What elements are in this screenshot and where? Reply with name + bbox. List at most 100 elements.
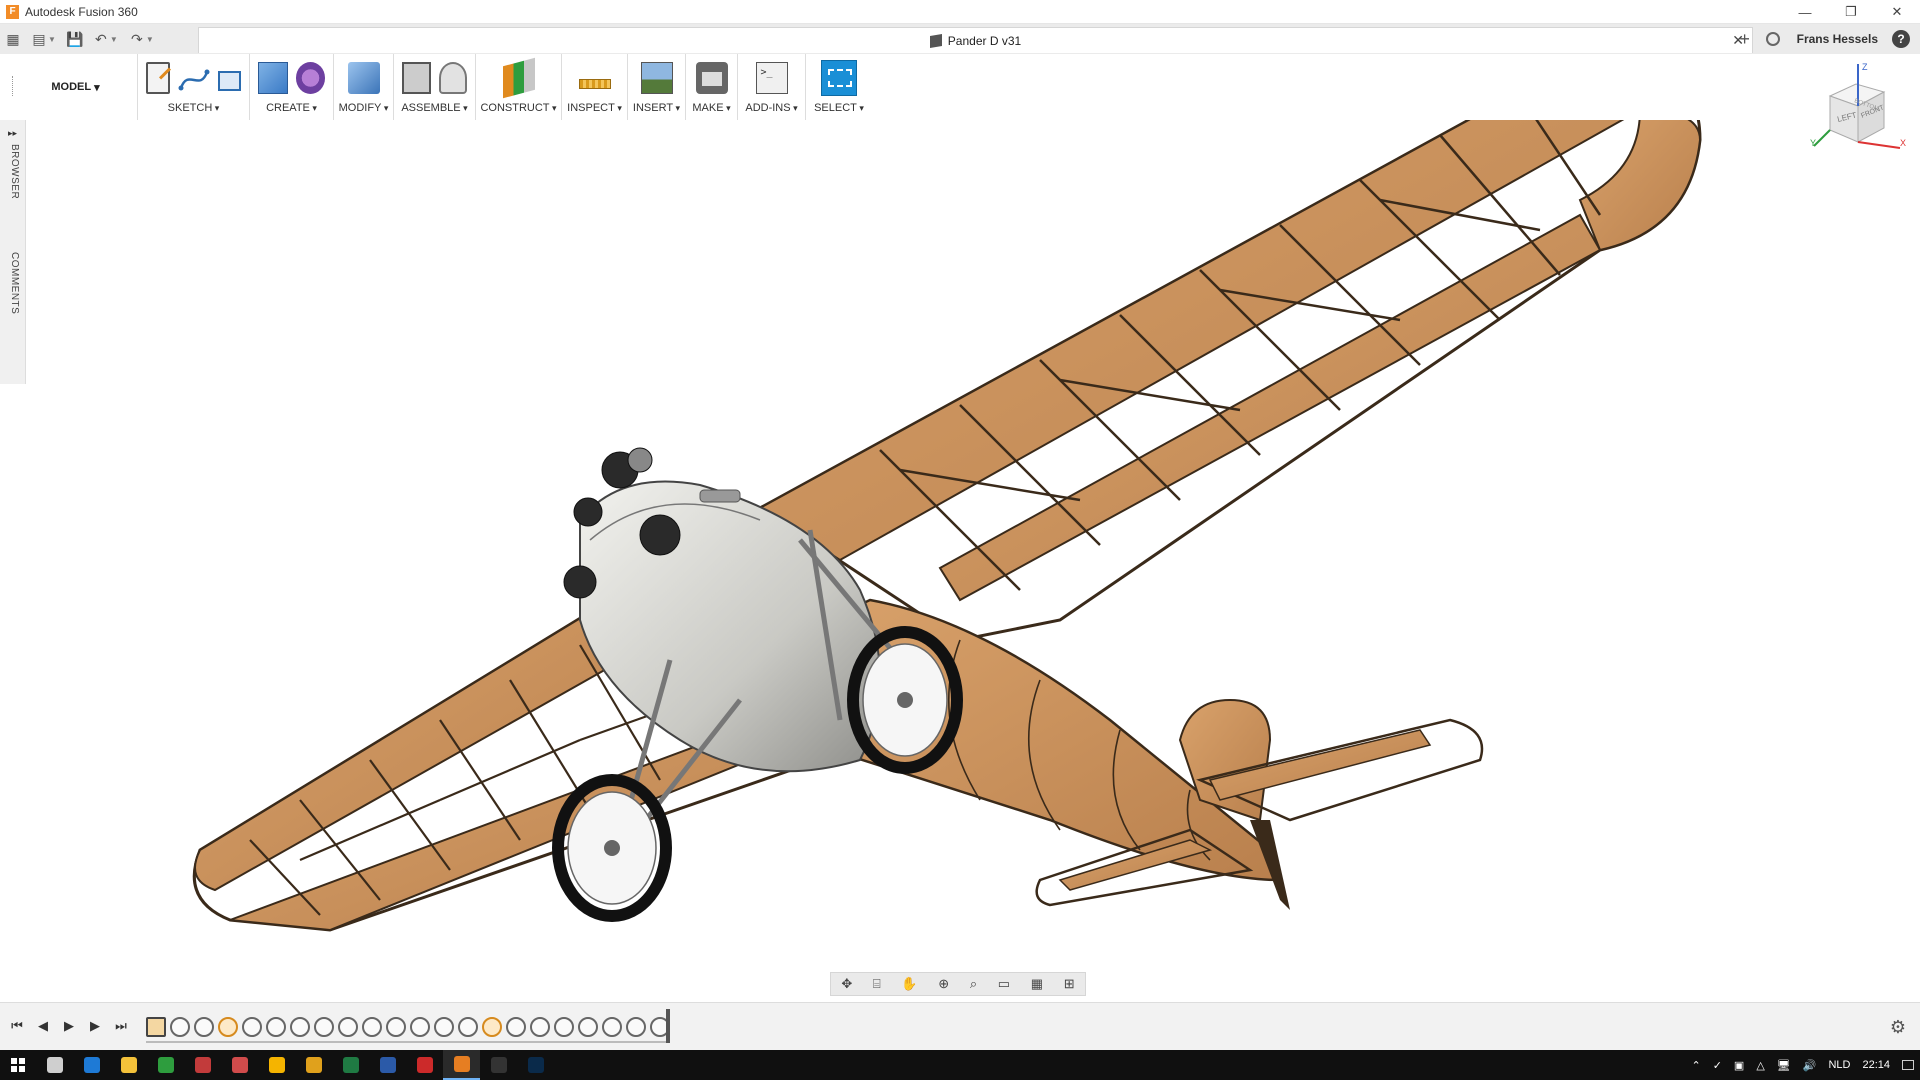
model-viewport[interactable] xyxy=(26,120,1920,982)
timeline-feature[interactable] xyxy=(266,1017,286,1037)
save-icon[interactable]: 💾 xyxy=(62,26,88,52)
tray-app-icon[interactable]: ▣ xyxy=(1734,1059,1744,1072)
taskbar-app-yellow-icon[interactable] xyxy=(258,1050,295,1080)
left-wheel[interactable] xyxy=(552,774,672,922)
user-name[interactable]: Frans Hessels xyxy=(1797,32,1878,46)
press-pull-icon[interactable] xyxy=(347,62,380,94)
volume-icon[interactable]: 🔊 xyxy=(1803,1059,1817,1072)
minimize-button[interactable]: — xyxy=(1782,0,1828,24)
timeline-feature[interactable] xyxy=(170,1017,190,1037)
taskbar-edge-icon[interactable] xyxy=(73,1050,110,1080)
timeline-settings-icon[interactable]: ⚙ xyxy=(1890,1017,1906,1038)
assemble-menu[interactable]: ASSEMBLE xyxy=(394,102,475,118)
right-wheel[interactable] xyxy=(847,626,963,774)
timeline-prev-button[interactable]: ◀ xyxy=(34,1015,52,1037)
timeline-feature[interactable] xyxy=(506,1017,526,1037)
create-form-icon[interactable] xyxy=(295,62,325,94)
3d-print-icon[interactable] xyxy=(695,62,728,94)
look-at-icon[interactable]: ⌸ xyxy=(873,976,881,992)
taskbar-app-red-3-icon[interactable] xyxy=(406,1050,443,1080)
network-icon[interactable]: 🖥 xyxy=(1777,1059,1791,1072)
measure-icon[interactable] xyxy=(578,78,611,89)
timeline-last-button[interactable]: ⏭ xyxy=(112,1015,130,1037)
timeline-feature[interactable] xyxy=(554,1017,574,1037)
inspect-group[interactable]: INSPECT xyxy=(562,54,628,120)
timeline-feature[interactable] xyxy=(626,1017,646,1037)
orbit-icon[interactable]: ✥ xyxy=(841,976,852,992)
timeline-feature[interactable] xyxy=(314,1017,334,1037)
timeline-feature[interactable] xyxy=(482,1017,502,1037)
taskbar-app-green-icon[interactable] xyxy=(147,1050,184,1080)
extrude-icon[interactable] xyxy=(258,62,288,94)
tray-app-icon[interactable]: ✓ xyxy=(1713,1059,1722,1072)
timeline-feature[interactable] xyxy=(458,1017,478,1037)
grid-settings-icon[interactable]: ▦ xyxy=(1031,976,1043,992)
tray-chevron-icon[interactable]: ⌃ xyxy=(1691,1059,1700,1072)
restore-button[interactable]: ❐ xyxy=(1828,0,1874,24)
timeline-feature[interactable] xyxy=(146,1017,166,1037)
create-group[interactable]: CREATE xyxy=(250,54,334,120)
rectangle-icon[interactable] xyxy=(217,71,241,91)
taskbar-chrome-icon[interactable] xyxy=(295,1050,332,1080)
action-center-icon[interactable] xyxy=(1902,1060,1914,1070)
taskbar-app-red-2-icon[interactable] xyxy=(221,1050,258,1080)
expand-panel-icon[interactable]: ▸▸ xyxy=(8,128,17,139)
timeline-feature[interactable] xyxy=(530,1017,550,1037)
taskbar-photoshop-icon[interactable] xyxy=(517,1050,554,1080)
timeline-feature[interactable] xyxy=(242,1017,262,1037)
browser-tab[interactable]: BROWSER xyxy=(9,144,20,199)
scripts-icon[interactable] xyxy=(755,62,788,94)
redo-caret-icon[interactable]: ▼ xyxy=(146,35,154,44)
taskbar-app-red-icon[interactable] xyxy=(184,1050,221,1080)
taskbar-file-explorer-icon[interactable] xyxy=(110,1050,147,1080)
insert-group[interactable]: INSERT xyxy=(628,54,686,120)
timeline-feature[interactable] xyxy=(290,1017,310,1037)
sketch-menu[interactable]: SKETCH xyxy=(138,102,249,118)
fit-icon[interactable]: ⌕ xyxy=(970,976,977,992)
taskbar-app-dark-icon[interactable] xyxy=(480,1050,517,1080)
comments-tab[interactable]: COMMENTS xyxy=(9,252,20,314)
construct-menu[interactable]: CONSTRUCT xyxy=(476,102,561,118)
select-icon[interactable] xyxy=(821,60,857,96)
timeline-feature[interactable] xyxy=(362,1017,382,1037)
zoom-icon[interactable]: ⊕ xyxy=(938,976,949,992)
timeline-first-button[interactable]: ⏮ xyxy=(8,1015,26,1037)
joint-icon[interactable] xyxy=(438,62,467,94)
display-settings-icon[interactable]: ▭ xyxy=(998,976,1010,992)
addins-group[interactable]: ADD-INS xyxy=(738,54,806,120)
modify-menu[interactable]: MODIFY xyxy=(334,102,393,118)
canvas-image-icon[interactable] xyxy=(640,62,673,94)
file-caret-icon[interactable]: ▼ xyxy=(48,35,56,44)
timeline-feature[interactable] xyxy=(578,1017,598,1037)
construct-group[interactable]: CONSTRUCT xyxy=(476,54,562,120)
taskbar-excel-icon[interactable] xyxy=(332,1050,369,1080)
timeline-feature[interactable] xyxy=(194,1017,214,1037)
select-group[interactable]: SELECT xyxy=(806,54,872,120)
close-button[interactable]: ✕ xyxy=(1874,0,1920,24)
spline-icon[interactable] xyxy=(178,62,210,94)
inspect-menu[interactable]: INSPECT xyxy=(562,102,627,118)
data-panel-grid-icon[interactable]: ▦ xyxy=(0,26,26,52)
taskbar-task-view-icon[interactable] xyxy=(36,1050,73,1080)
tray-app-icon[interactable]: △ xyxy=(1756,1059,1764,1072)
create-menu[interactable]: CREATE xyxy=(250,102,333,118)
document-tab[interactable]: Pander D v31 ✕ xyxy=(198,27,1753,53)
new-component-icon[interactable] xyxy=(402,62,431,94)
timeline-feature[interactable] xyxy=(602,1017,622,1037)
select-menu[interactable]: SELECT xyxy=(806,102,872,118)
timeline-feature[interactable] xyxy=(434,1017,454,1037)
toolbar-grip[interactable] xyxy=(12,76,15,96)
language-indicator[interactable]: NLD xyxy=(1828,1059,1850,1071)
assemble-group[interactable]: ASSEMBLE xyxy=(394,54,476,120)
make-menu[interactable]: MAKE xyxy=(686,102,737,118)
timeline-marker[interactable] xyxy=(666,1009,670,1043)
job-status-icon[interactable] xyxy=(1759,25,1787,53)
workspace-switcher[interactable]: MODEL ▾ xyxy=(14,54,138,120)
timeline-next-button[interactable]: ▶ xyxy=(86,1015,104,1037)
addins-menu[interactable]: ADD-INS xyxy=(738,102,805,118)
right-wing[interactable] xyxy=(757,120,1702,642)
make-group[interactable]: MAKE xyxy=(686,54,738,120)
modify-group[interactable]: MODIFY xyxy=(334,54,394,120)
create-sketch-icon[interactable] xyxy=(146,62,170,94)
timeline-feature[interactable] xyxy=(410,1017,430,1037)
